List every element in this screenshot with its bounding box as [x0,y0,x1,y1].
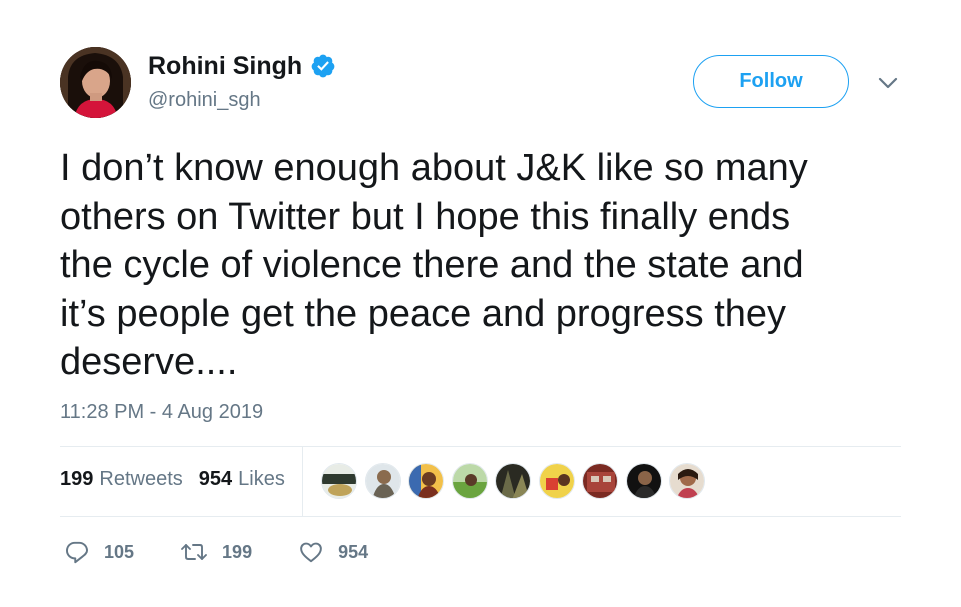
retweet-count: 199 [222,541,253,562]
likes-label: Likes [238,468,285,490]
likes-count: 954 [198,468,233,490]
tweet-text: I don’t know enough about J&K like so ma… [60,147,808,383]
liker-avatar[interactable] [321,463,357,499]
likes-stat[interactable]: 954 Likes [199,468,285,491]
tweet-card: Rohini Singh @rohini_sgh Follow I don’t … [0,0,961,607]
profile-avatar[interactable] [60,47,131,118]
verified-badge-icon [310,53,336,79]
retweet-icon [180,539,208,565]
liker-avatar[interactable] [451,463,488,499]
reply-button[interactable]: 105 [64,539,134,565]
liker-avatar[interactable] [582,463,618,499]
retweets-label: Retweets [99,468,183,490]
retweets-stat[interactable]: 199 Retweets [60,468,183,491]
chevron-down-icon[interactable] [876,73,900,93]
divider [60,516,901,517]
liker-avatar[interactable] [625,463,662,499]
user-name-row: Rohini Singh [148,50,336,82]
tweet-timestamp[interactable]: 11:28 PM - 4 Aug 2019 [60,401,263,424]
user-handle[interactable]: @rohini_sgh [148,89,261,112]
liker-avatars [321,463,713,499]
liker-avatar[interactable] [538,463,575,499]
tweet-stats: 199 Retweets 954 Likes [60,468,285,491]
like-count: 954 [338,541,369,562]
retweet-button[interactable]: 199 [180,539,252,565]
heart-icon [298,539,324,565]
follow-button[interactable]: Follow [693,55,849,108]
divider [60,446,901,447]
liker-avatar[interactable] [495,463,531,499]
reply-count: 105 [104,541,135,562]
user-name[interactable]: Rohini Singh [148,52,302,81]
liker-avatar[interactable] [669,463,705,499]
like-button[interactable]: 954 [298,539,368,565]
retweets-count: 199 [60,468,94,490]
liker-avatar[interactable] [408,463,444,499]
stats-separator [302,447,303,516]
liker-avatar[interactable] [364,463,401,499]
tweet-actions: 105 199 954 [64,538,414,566]
reply-icon [64,539,90,565]
